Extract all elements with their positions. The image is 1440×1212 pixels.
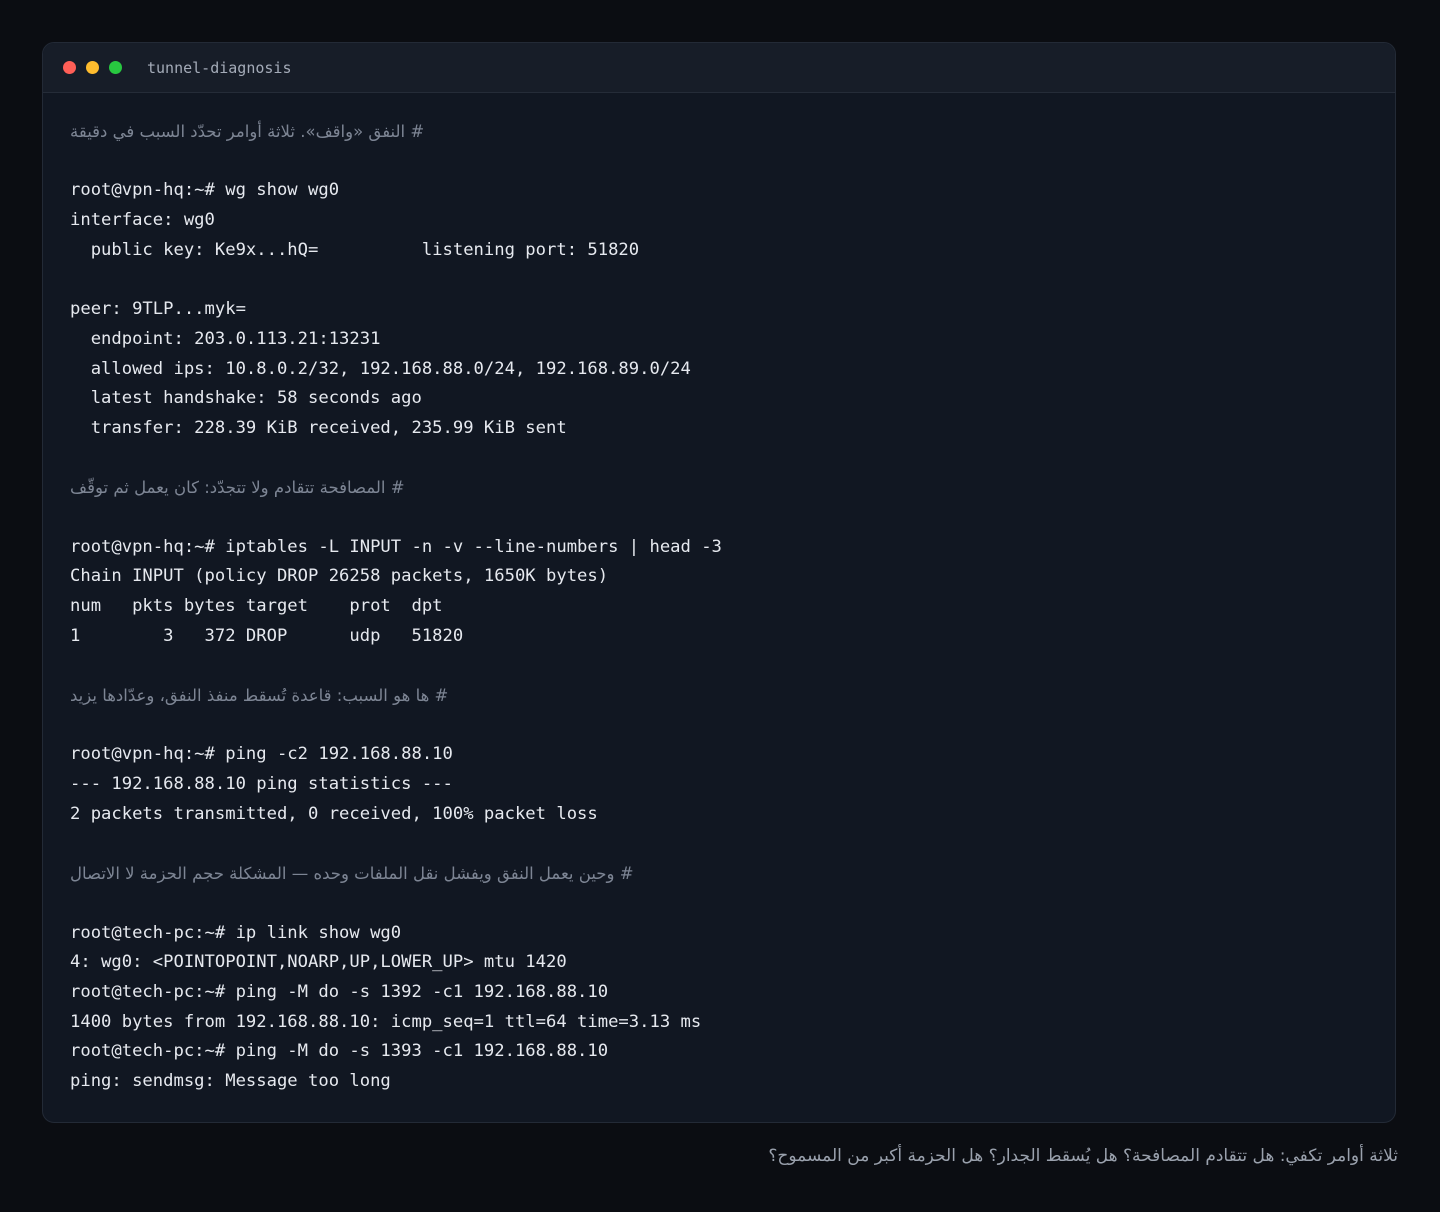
terminal-line: peer: 9TLP...myk=	[70, 299, 246, 320]
terminal-line: root@tech-pc:~# ping -M do -s 1393 -c1 1…	[70, 1041, 609, 1062]
terminal-line: root@vpn-hq:~# wg show wg0	[70, 180, 340, 201]
terminal-window: tunnel-diagnosis # النفق «واقف». ثلاثة أ…	[42, 42, 1396, 1123]
terminal-line: transfer: 228.39 KiB received, 235.99 Ki…	[70, 417, 567, 438]
terminal-line: ping: sendmsg: Message too long	[70, 1071, 391, 1091]
window-title: tunnel-diagnosis	[147, 59, 292, 77]
terminal-comment-line: # وحين يعمل النفق ويفشل نقل الملفات وحده…	[70, 864, 634, 884]
terminal-line: Chain INPUT (policy DROP 26258 packets, …	[70, 566, 609, 587]
terminal-line: 1400 bytes from 192.168.88.10: icmp_seq=…	[70, 1011, 702, 1032]
terminal-line: allowed ips: 10.8.0.2/32, 192.168.88.0/2…	[70, 358, 691, 379]
terminal-comment-line: # المصافحة تتقادم ولا تتجدّد: كان يعمل ث…	[70, 478, 405, 498]
minimize-window-button[interactable]	[86, 61, 99, 74]
terminal-line: root@vpn-hq:~# ping -c2 192.168.88.10	[70, 744, 453, 765]
terminal-line: num pkts bytes target prot dpt	[70, 596, 443, 616]
close-window-button[interactable]	[63, 61, 76, 74]
terminal-line: root@tech-pc:~# ip link show wg0	[70, 922, 402, 943]
terminal-line: endpoint: 203.0.113.21:13231	[70, 328, 381, 349]
terminal-line: 2 packets transmitted, 0 received, 100% …	[70, 803, 598, 824]
terminal-line: interface: wg0	[70, 210, 215, 231]
maximize-window-button[interactable]	[109, 61, 122, 74]
terminal-line: root@tech-pc:~# ping -M do -s 1392 -c1 1…	[70, 981, 609, 1002]
terminal-line: --- 192.168.88.10 ping statistics ---	[70, 774, 453, 795]
terminal-line: 4: wg0: <POINTOPOINT,NOARP,UP,LOWER_UP> …	[70, 952, 567, 973]
title-bar: tunnel-diagnosis	[43, 43, 1395, 93]
terminal-output[interactable]: # النفق «واقف». ثلاثة أوامر تحدّد السبب …	[70, 117, 1375, 1097]
terminal-line: public key: Ke9x...hQ= listening port: 5…	[70, 239, 640, 260]
terminal-comment-line: # النفق «واقف». ثلاثة أوامر تحدّد السبب …	[70, 122, 425, 141]
terminal-line: latest handshake: 58 seconds ago	[70, 388, 422, 409]
terminal-comment-line: # ها هو السبب: قاعدة تُسقط منفذ النفق، و…	[70, 686, 449, 706]
caption: ثلاثة أوامر تكفي: هل تتقادم المصافحة؟ هل…	[768, 1146, 1398, 1166]
terminal-line: root@vpn-hq:~# iptables -L INPUT -n -v -…	[70, 536, 722, 557]
terminal-line: 1 3 372 DROP udp 51820	[70, 625, 464, 646]
